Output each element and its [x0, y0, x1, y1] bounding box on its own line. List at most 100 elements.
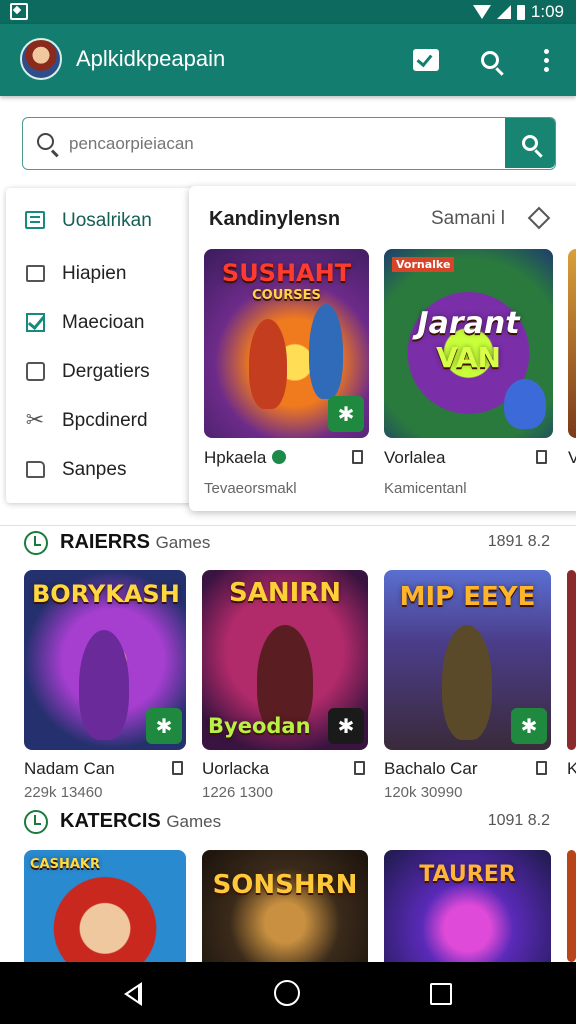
featured-panel: Kandinylensn Samani l SUSHAHT COURSES ✱ … — [189, 186, 576, 511]
app-bar: Aplkidkpeapain — [0, 24, 576, 96]
image-icon — [25, 264, 45, 282]
game-card[interactable]: CASHAKR — [24, 850, 186, 962]
navigation-bar — [0, 962, 576, 1024]
back-icon[interactable] — [120, 980, 148, 1008]
character-figure — [442, 625, 492, 740]
menu-item-3[interactable]: Dergatiers — [6, 349, 196, 393]
game-card[interactable]: TAURER — [384, 850, 552, 962]
search-submit-button[interactable] — [505, 118, 555, 168]
game-name: Hpkaela — [204, 448, 287, 468]
verified-icon — [272, 450, 287, 464]
menu-item-label: Uosalrikan — [62, 210, 152, 231]
bookmark-icon[interactable] — [536, 450, 547, 464]
game-artwork: SONSHRN — [202, 850, 368, 962]
game-artwork: TAURER — [384, 850, 551, 962]
menu-item-label: Dergatiers — [62, 361, 150, 382]
clock-icon — [24, 531, 48, 555]
puzzle-badge-icon: ✱ — [146, 708, 182, 744]
game-artwork — [567, 570, 576, 750]
notification-icon — [10, 3, 28, 20]
game-meta: 120k 30990 — [384, 784, 463, 801]
list-icon — [25, 211, 45, 229]
menu-item-2[interactable]: Maecioan — [6, 300, 196, 344]
puzzle-badge-icon: ✱ — [328, 708, 364, 744]
menu-item-1[interactable]: Hiapien — [6, 251, 196, 295]
game-name: Nadam Can — [24, 759, 115, 778]
game-name: V — [568, 448, 576, 467]
creature-figure — [504, 379, 546, 429]
search-icon — [522, 135, 538, 151]
art-subtitle: VAN — [436, 341, 501, 374]
bookmark-icon[interactable] — [172, 761, 183, 775]
featured-card-2[interactable]: V — [568, 249, 576, 499]
art-title: SONSHRN — [212, 870, 358, 900]
game-card[interactable]: SONSHRN — [202, 850, 368, 962]
battery-icon — [516, 4, 525, 20]
game-artwork: SANIRN Byeodan ✱ — [202, 570, 368, 750]
checkbox-icon — [25, 312, 45, 332]
bookmark-icon[interactable] — [354, 761, 365, 775]
menu-item-label: Maecioan — [62, 312, 145, 333]
home-icon[interactable] — [274, 980, 300, 1006]
character-figure — [309, 304, 343, 399]
status-icons: 1:09 — [472, 1, 564, 23]
game-artwork: CASHAKR — [24, 850, 186, 962]
bookmark-icon[interactable] — [352, 450, 363, 464]
section-header: RAIERRS Games 1891 8.2 — [24, 529, 554, 559]
featured-card-0[interactable]: SUSHAHT COURSES ✱ Hpkaela Tevaeorsmakl — [204, 249, 370, 499]
more-vert-icon — [543, 48, 549, 54]
status-time: 1:09 — [530, 2, 564, 21]
game-artwork: SUSHAHT COURSES ✱ — [204, 249, 369, 438]
checklist-icon — [413, 49, 439, 71]
search-bar — [22, 117, 556, 170]
checklist-button[interactable] — [408, 42, 444, 78]
search-icon — [481, 51, 499, 69]
clock-icon — [24, 810, 48, 834]
game-name: Vorlalea — [384, 448, 446, 467]
section-title: KATERCIS Games — [60, 810, 222, 832]
art-title: SUSHAHT — [221, 259, 352, 287]
game-artwork — [567, 850, 576, 962]
game-card[interactable]: BORYKASH ✱ Nadam Can 229k 13460 — [24, 570, 186, 801]
search-input[interactable] — [69, 130, 489, 158]
art-title: Jarant — [417, 306, 520, 341]
character-figure — [249, 319, 287, 409]
signal-icon — [496, 5, 511, 19]
game-card[interactable] — [567, 850, 576, 962]
featured-title: Kandinylensn — [209, 208, 341, 230]
game-meta: Kamicentanl — [384, 480, 467, 497]
bookmark-icon[interactable] — [536, 761, 547, 775]
game-card[interactable]: MIP EEYE ✱ Bachalo Car 120k 30990 — [384, 570, 552, 801]
featured-see-all[interactable]: Samani l — [431, 208, 505, 230]
game-artwork: Vornalke Jarant VAN — [384, 249, 553, 438]
puzzle-badge-icon: ✱ — [328, 396, 364, 432]
side-menu: Uosalrikan Hiapien Maecioan Dergatiers ✂… — [6, 188, 196, 503]
game-name: Uorlacka — [202, 759, 270, 778]
recents-icon[interactable] — [430, 983, 452, 1005]
status-bar: 1:09 — [0, 0, 576, 24]
wifi-icon — [472, 5, 491, 19]
game-name: K — [567, 759, 576, 778]
diamond-icon[interactable] — [527, 206, 551, 230]
tools-icon: ✂ — [25, 407, 45, 432]
menu-item-label: Hiapien — [62, 263, 127, 284]
more-options-button[interactable] — [528, 42, 564, 78]
search-icon — [37, 133, 54, 150]
menu-item-4[interactable]: ✂ Bpcdinerd — [6, 398, 196, 442]
featured-card-1[interactable]: Vornalke Jarant VAN Vorlalea Kamicentanl — [384, 249, 554, 499]
game-meta: 1226 1300 — [202, 784, 273, 801]
section-count: 1091 8.2 — [487, 812, 550, 829]
menu-item-5[interactable]: Sanpes — [6, 447, 196, 491]
app-title: Aplkidkpeapain — [76, 46, 226, 71]
character-figure — [79, 630, 129, 740]
menu-item-label: Bpcdinerd — [62, 410, 148, 431]
menu-item-label: Sanpes — [62, 459, 127, 480]
game-card[interactable]: K — [567, 570, 576, 800]
avatar[interactable] — [20, 38, 62, 80]
section-count: 1891 8.2 — [487, 533, 550, 550]
art-title: SANIRN — [228, 578, 342, 608]
search-button[interactable] — [472, 42, 508, 78]
game-card[interactable]: SANIRN Byeodan ✱ Uorlacka 1226 1300 — [202, 570, 368, 801]
menu-item-0[interactable]: Uosalrikan — [6, 198, 196, 242]
art-subtitle: COURSES — [252, 288, 321, 303]
